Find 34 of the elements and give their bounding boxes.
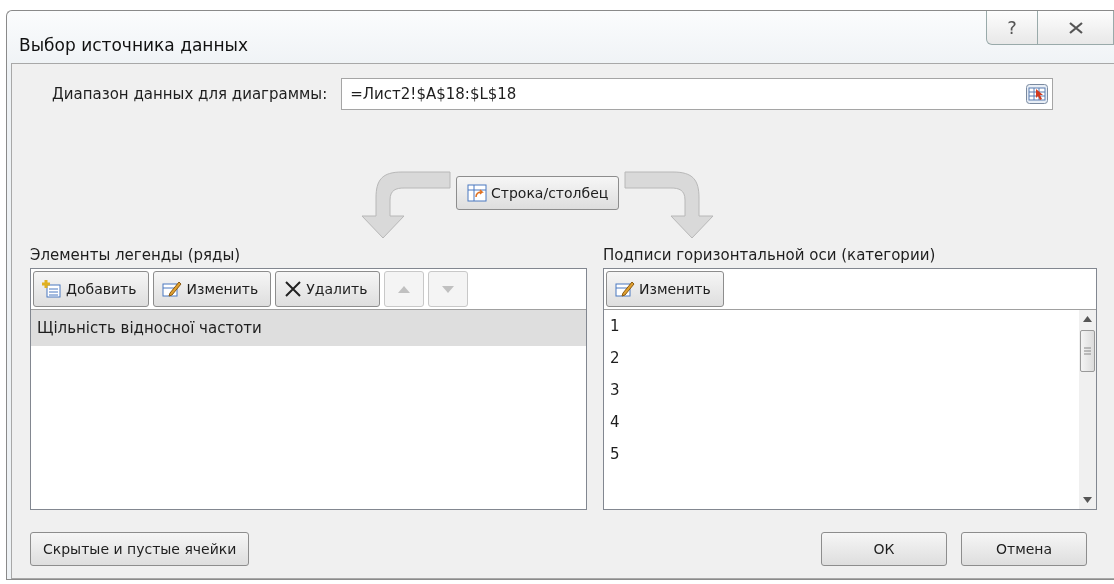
scroll-thumb[interactable] [1080,330,1095,372]
hidden-empty-cells-button[interactable]: Скрытые и пустые ячейки [30,532,250,566]
edit-icon [615,280,635,298]
range-label: Диапазон данных для диаграммы: [52,85,328,103]
edit-icon [162,280,183,298]
table-swap-icon [467,184,487,202]
window-title: Выбор источника данных [19,35,249,55]
ok-button[interactable]: ОК [821,532,947,566]
category-item[interactable]: 3 [604,374,1079,406]
move-up-icon [398,285,411,293]
help-button[interactable]: ? [986,11,1038,45]
section-label: Подписи горизонтальной оси (категории) [603,246,937,264]
scroll-up-icon[interactable] [1083,316,1092,322]
edit-button[interactable]: Изменить [153,271,272,307]
switch-row-column-button[interactable]: Строка/столбец [456,176,620,210]
move-down-icon [442,285,455,293]
collapse-dialog-icon[interactable] [1026,84,1049,104]
scrollbar[interactable] [1079,310,1096,509]
edit-button[interactable]: Изменить [606,271,724,307]
section-label: Элементы легенды (ряды) [30,246,242,264]
close-icon [1068,21,1083,34]
cancel-button[interactable]: Отмена [961,532,1087,566]
delete-icon [284,280,303,298]
series-item[interactable]: Щільність відносної частоти [31,310,586,346]
delete-button[interactable]: Удалить [275,271,381,307]
category-item[interactable]: 1 [604,310,1079,342]
category-item[interactable]: 2 [604,342,1079,374]
category-item[interactable]: 4 [604,406,1079,438]
scroll-down-icon[interactable] [1083,497,1092,503]
add-series-icon [42,280,62,298]
category-item[interactable]: 5 [604,438,1079,470]
range-field[interactable]: =Лист2!$A$18:$L$18 [341,78,1054,110]
add-button[interactable]: Добавить [33,271,150,307]
close-button[interactable] [1038,11,1114,45]
